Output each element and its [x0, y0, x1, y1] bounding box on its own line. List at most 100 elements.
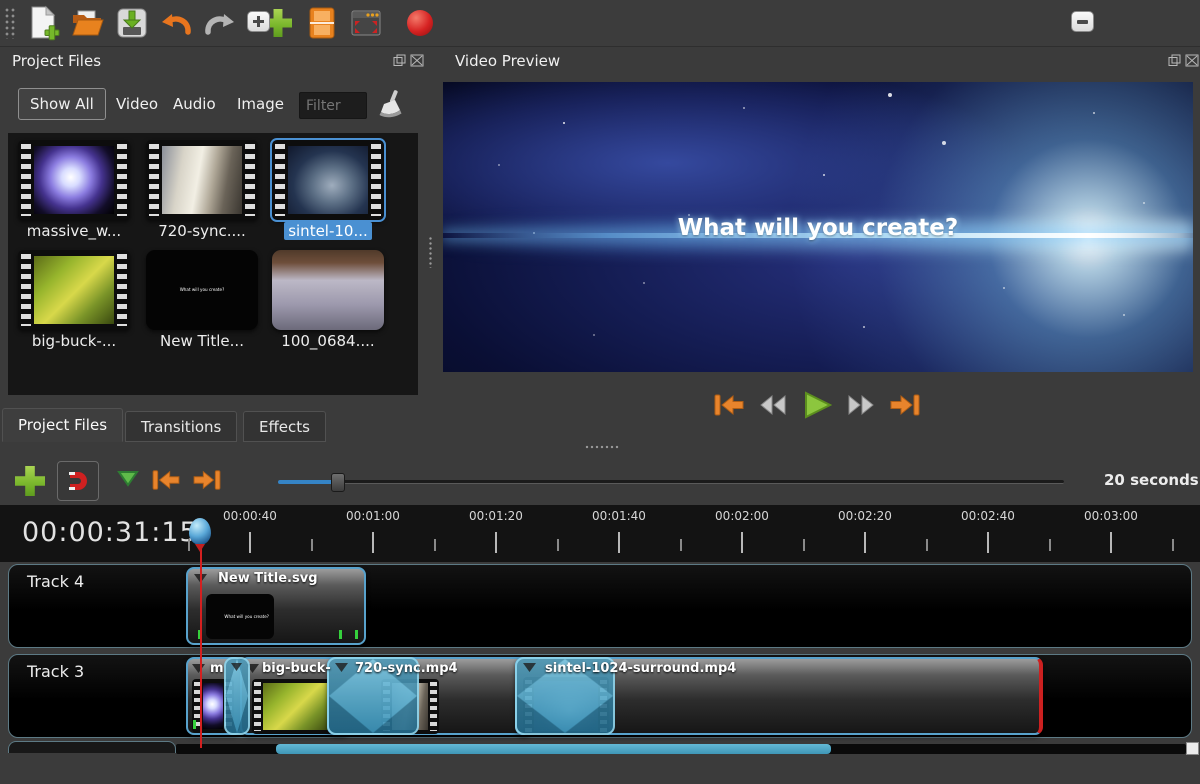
- zoom-slider-handle[interactable]: [331, 473, 345, 492]
- tab-label: Transitions: [141, 418, 221, 436]
- toolbar-grip-handle[interactable]: [4, 7, 16, 39]
- export-video-button[interactable]: [398, 2, 442, 44]
- vertical-splitter-handle[interactable]: [428, 236, 434, 268]
- ruler-tick: [372, 532, 374, 553]
- file-thumbnail-newtitle[interactable]: What will you create?: [146, 250, 258, 330]
- zoom-out-button[interactable]: [1071, 11, 1094, 32]
- starfield: [443, 82, 445, 84]
- redo-button[interactable]: [198, 2, 242, 44]
- float-panel-icon[interactable]: [393, 54, 407, 67]
- filter-show-all-button[interactable]: Show All: [18, 88, 106, 120]
- file-thumbnail-720sync[interactable]: [146, 140, 258, 220]
- choose-profile-button[interactable]: [300, 2, 344, 44]
- project-files-title: Project Files: [12, 52, 101, 70]
- marker-triangle-icon: [116, 470, 140, 488]
- ruler-label: 00:02:40: [948, 509, 1028, 523]
- track-2-partial-lane: [8, 741, 176, 753]
- transition-small[interactable]: [224, 657, 250, 735]
- main-toolbar: [0, 0, 1200, 47]
- clip-thumb-text: What will you create?: [224, 614, 255, 619]
- clip-label: New Title.svg: [218, 571, 318, 586]
- clear-filter-broom-icon[interactable]: [376, 90, 404, 120]
- undo-button[interactable]: [154, 2, 198, 44]
- float-panel-icon[interactable]: [1168, 54, 1182, 67]
- ruler-tick: [618, 532, 620, 553]
- ruler-tick: [864, 532, 866, 553]
- add-marker-button[interactable]: [116, 470, 140, 492]
- file-label-bigbuck[interactable]: big-buck-...: [15, 332, 133, 350]
- file-thumbnail-sintel[interactable]: [272, 140, 384, 220]
- redo-icon: [203, 9, 237, 37]
- chevron-down-icon[interactable]: [192, 664, 205, 673]
- add-track-button[interactable]: [8, 460, 52, 502]
- close-panel-icon[interactable]: [1185, 54, 1199, 67]
- tab-project-files[interactable]: Project Files: [2, 408, 123, 442]
- rewind-button[interactable]: [754, 390, 791, 420]
- chevron-down-icon[interactable]: [523, 663, 536, 672]
- file-label-bedroom[interactable]: 100_0684....: [269, 332, 387, 350]
- ruler-label: 00:03:00: [1071, 509, 1151, 523]
- project-files-grid: massive_w... 720-sync.... sintel-10... W…: [8, 133, 418, 395]
- file-label-text-selected: sintel-10...: [284, 222, 372, 240]
- next-marker-button[interactable]: [190, 468, 224, 496]
- ruler-label: 00:01:00: [333, 509, 413, 523]
- chevron-down-icon[interactable]: [231, 663, 242, 671]
- fullscreen-icon: [350, 9, 382, 37]
- jump-to-end-button[interactable]: [886, 390, 923, 420]
- clip-new-title[interactable]: New Title.svg What will you create?: [186, 567, 366, 645]
- filter-audio-label: Audio: [173, 95, 216, 113]
- open-project-button[interactable]: [66, 2, 110, 44]
- fullscreen-button[interactable]: [344, 2, 388, 44]
- bigbuck-thumb-image: [34, 256, 114, 324]
- scrollbar-corner[interactable]: [1186, 742, 1199, 755]
- tab-transitions[interactable]: Transitions: [125, 411, 237, 442]
- file-label-720sync[interactable]: 720-sync....: [143, 222, 261, 240]
- file-label-text: massive_w...: [27, 222, 121, 240]
- timeline-horizontal-scrollbar[interactable]: [176, 744, 1186, 754]
- previous-marker-icon: [149, 468, 183, 492]
- jump-start-icon: [712, 392, 746, 418]
- close-panel-icon[interactable]: [410, 54, 424, 67]
- film-profile-icon: [309, 7, 335, 39]
- filter-video-button[interactable]: Video: [105, 88, 169, 120]
- keyframe-mark: [339, 630, 342, 639]
- play-icon: [802, 391, 832, 419]
- jump-to-start-button[interactable]: [710, 390, 747, 420]
- file-thumbnail-bigbuck[interactable]: [18, 250, 130, 330]
- fast-forward-button[interactable]: [842, 390, 879, 420]
- track-3-lane: Track 3 m big-buck- 720-sync.mp4 sintel-…: [8, 654, 1192, 738]
- zoom-in-button[interactable]: [247, 11, 270, 32]
- clip-label: big-buck-: [262, 661, 331, 676]
- file-label-massive[interactable]: massive_w...: [15, 222, 133, 240]
- ruler-tick: [557, 539, 559, 551]
- timeline-ruler[interactable]: 00:00:31:15 00:00:40 00:01:00 00:01:20 0…: [0, 505, 1200, 562]
- filter-audio-button[interactable]: Audio: [162, 88, 227, 120]
- ruler-tick: [311, 539, 313, 551]
- tab-effects[interactable]: Effects: [243, 411, 326, 442]
- filter-input[interactable]: [299, 92, 367, 119]
- file-label-sintel[interactable]: sintel-10...: [269, 222, 387, 240]
- play-button[interactable]: [798, 390, 835, 420]
- file-label-text: big-buck-...: [32, 332, 116, 350]
- filter-image-button[interactable]: Image: [226, 88, 295, 120]
- chevron-down-icon[interactable]: [335, 663, 348, 672]
- playhead-line: [200, 548, 202, 748]
- rewind-icon: [757, 393, 789, 417]
- magnet-icon: [70, 472, 87, 490]
- zoom-slider[interactable]: [278, 480, 1064, 484]
- scrollbar-thumb[interactable]: [276, 744, 831, 754]
- previous-marker-button[interactable]: [149, 468, 183, 496]
- tab-label: Effects: [259, 418, 310, 436]
- undo-icon: [159, 9, 193, 37]
- horizontal-splitter-handle[interactable]: [585, 444, 619, 450]
- sintel-thumb-image: [288, 146, 368, 214]
- save-project-button[interactable]: [110, 2, 154, 44]
- file-label-newtitle[interactable]: New Title...: [143, 332, 261, 350]
- clip-label: sintel-1024-surround.mp4: [545, 661, 736, 676]
- new-project-button[interactable]: [22, 2, 66, 44]
- ruler-tick: [926, 539, 928, 551]
- file-thumbnail-bedroom[interactable]: [272, 250, 384, 330]
- playhead-handle[interactable]: [189, 518, 211, 545]
- file-thumbnail-massive[interactable]: [18, 140, 130, 220]
- snapping-toggle-button[interactable]: [57, 461, 99, 501]
